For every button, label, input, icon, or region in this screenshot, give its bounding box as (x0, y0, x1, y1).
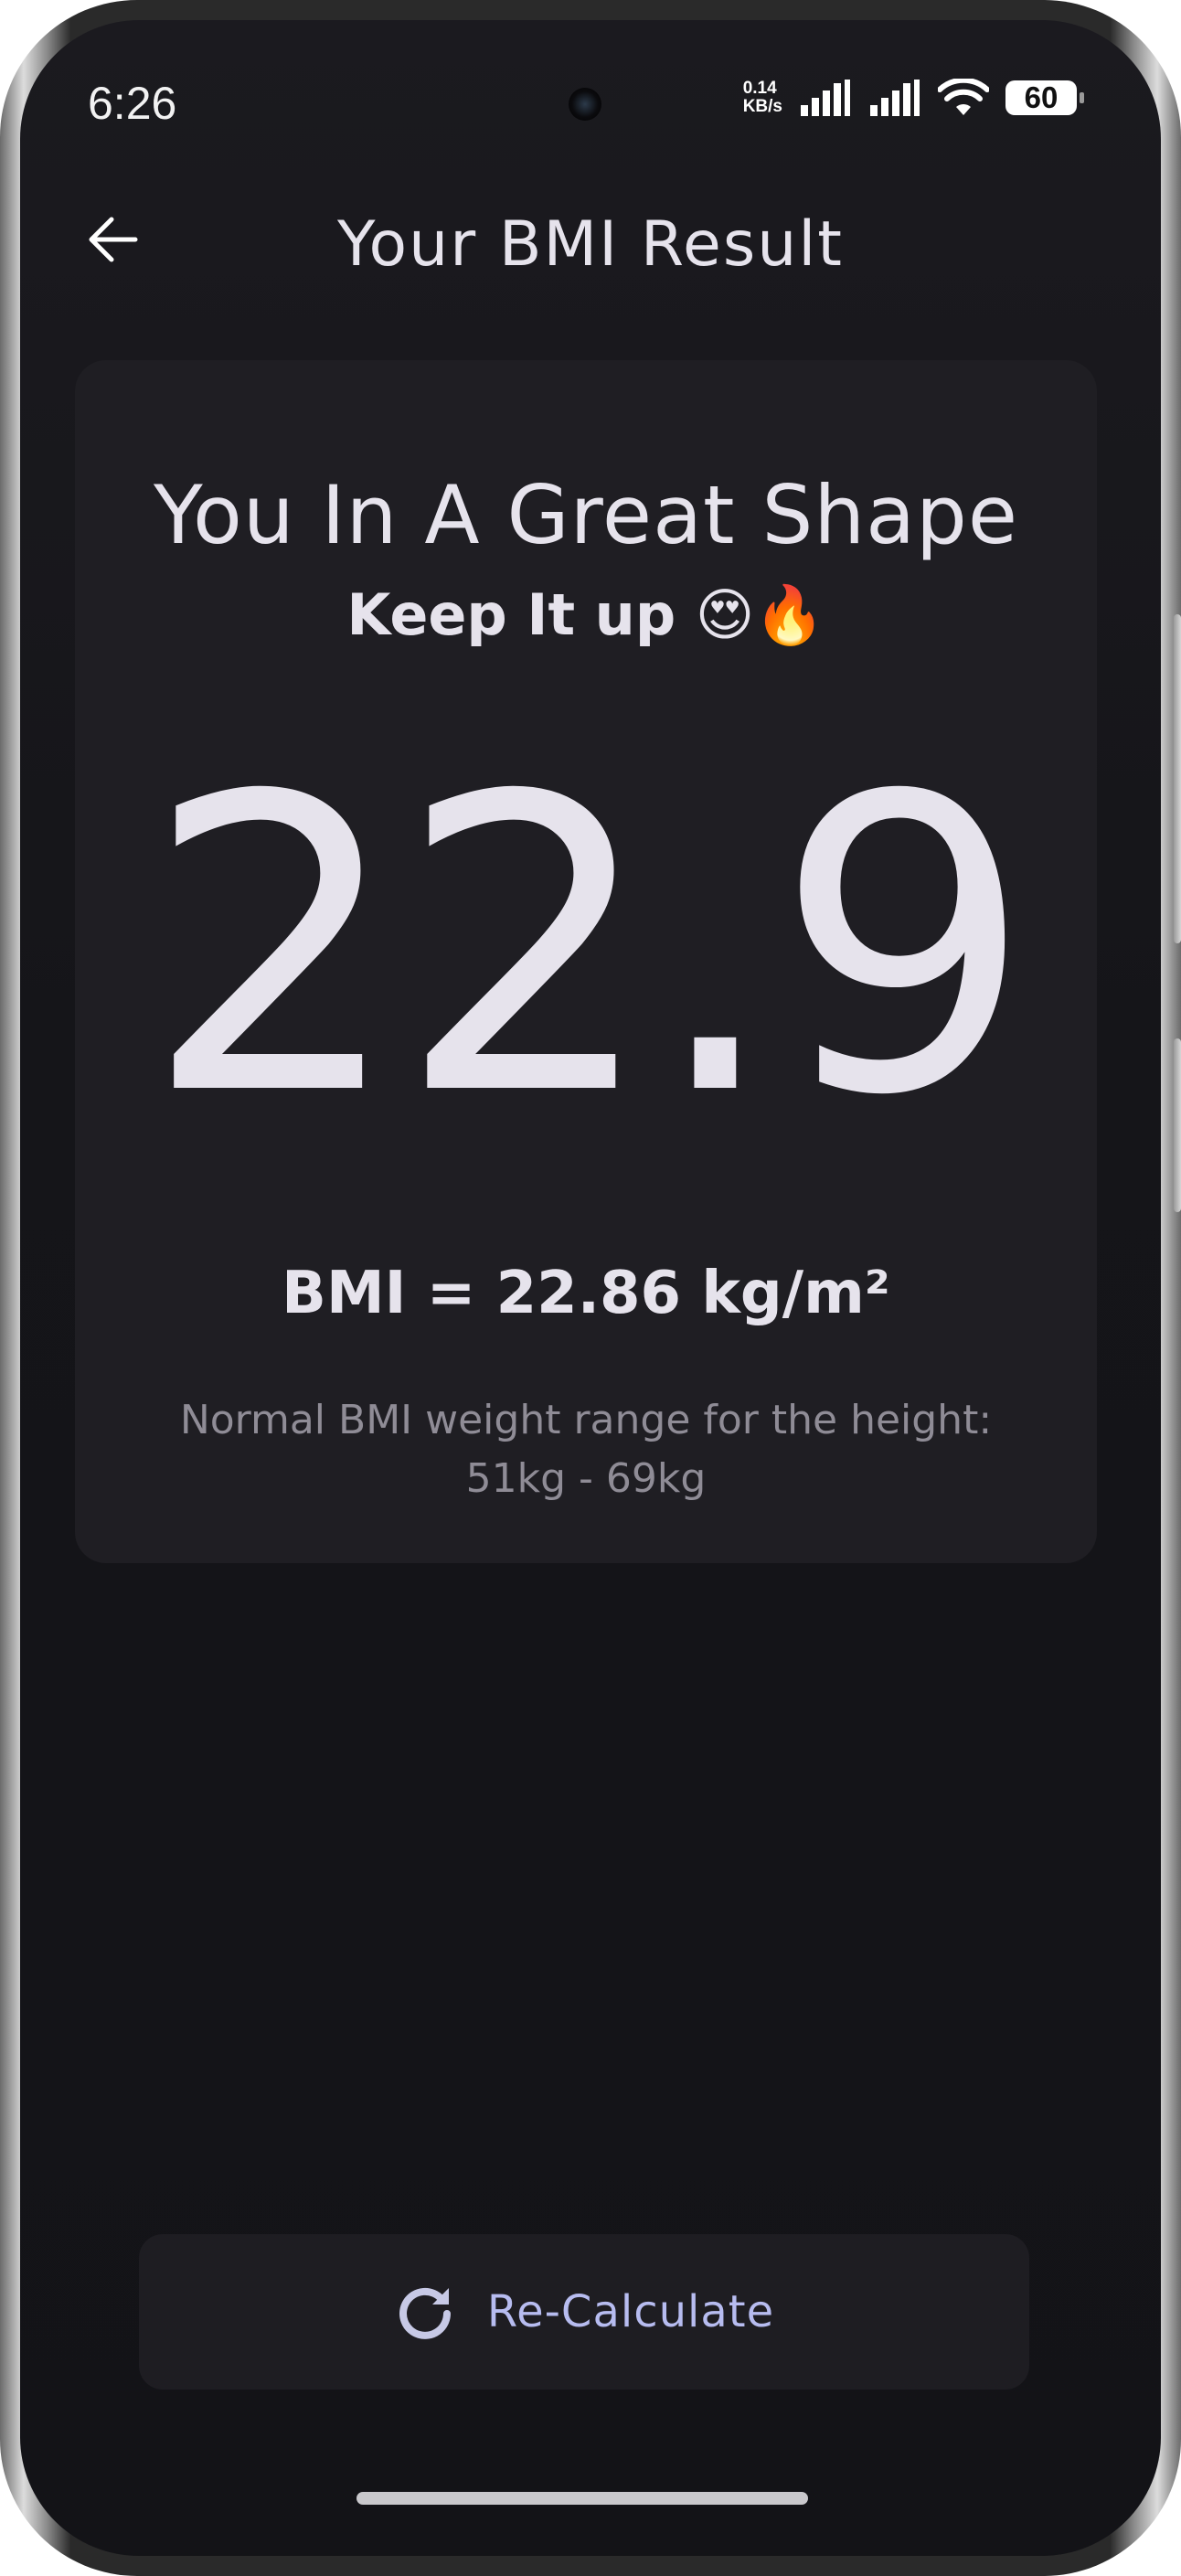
recalculate-button[interactable]: Re-Calculate (139, 2234, 1029, 2390)
weight-range: Normal BMI weight range for the height: … (75, 1391, 1097, 1508)
status-time: 6:26 (88, 78, 177, 129)
weight-range-label: Normal BMI weight range for the height: (179, 1397, 993, 1443)
front-camera (569, 88, 601, 121)
bmi-formula: BMI = 22.86 kg/m² (282, 1260, 890, 1327)
result-subline: Keep It up 😍🔥 (346, 581, 825, 648)
power-button (1174, 1038, 1181, 1212)
network-speed-value: 0.14 (742, 79, 777, 98)
page-title: Your BMI Result (337, 208, 844, 281)
network-speed: 0.14 KB/s (743, 80, 782, 116)
volume-button (1174, 614, 1181, 943)
refresh-icon (399, 2287, 451, 2339)
bmi-value: 22.9 (144, 710, 1034, 1184)
weight-range-value: 51kg - 69kg (465, 1455, 707, 1502)
recalculate-label: Re-Calculate (486, 2286, 775, 2337)
status-icons: 0.14 KB/s 60 (743, 79, 1084, 117)
app-bar: Your BMI Result (20, 185, 1161, 294)
signal-icon (801, 80, 850, 116)
result-headline: You In A Great Shape (153, 468, 1019, 562)
phone-frame: 6:26 0.14 KB/s 60 Your BMI Result You In… (0, 0, 1181, 2576)
screen: 6:26 0.14 KB/s 60 Your BMI Result You In… (20, 20, 1161, 2556)
signal-icon (870, 80, 920, 116)
wifi-icon (938, 79, 989, 115)
network-speed-unit: KB/s (742, 97, 782, 116)
result-card: You In A Great Shape Keep It up 😍🔥 22.9 … (75, 360, 1097, 1563)
status-bar: 6:26 0.14 KB/s 60 (20, 20, 1161, 157)
home-indicator[interactable] (356, 2492, 808, 2505)
battery-icon: 60 (1005, 80, 1084, 115)
